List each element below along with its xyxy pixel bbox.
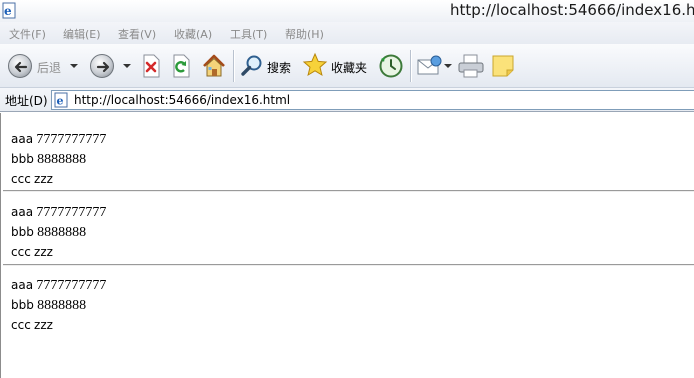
menu-help[interactable]: 帮助(H) <box>285 26 324 42</box>
forward-button[interactable] <box>90 54 114 78</box>
record-line: bbb 8888888 <box>11 295 106 315</box>
field-value: zzz <box>34 318 53 332</box>
record-line: aaa 7777777777 <box>11 275 106 295</box>
search-label[interactable]: 搜索 <box>267 59 291 76</box>
address-bar: 地址(D) e http://localhost:54666/index16.h… <box>0 88 694 112</box>
mail-icon[interactable] <box>417 55 443 77</box>
home-icon[interactable] <box>201 53 227 79</box>
record-line: bbb 8888888 <box>11 149 106 169</box>
field-value: 7777777777 <box>36 278 107 293</box>
record-block: aaa 7777777777 bbb 8888888 ccc zzz <box>11 129 106 189</box>
mail-dropdown-icon[interactable] <box>444 64 452 68</box>
address-input[interactable]: e http://localhost:54666/index16.html <box>51 90 694 110</box>
menu-view[interactable]: 查看(V) <box>118 26 156 42</box>
horizontal-rule <box>3 190 694 192</box>
svg-text:e: e <box>57 95 64 108</box>
toolbar-separator <box>233 50 234 82</box>
back-dropdown-icon[interactable] <box>70 64 78 68</box>
page-content: aaa 7777777777 bbb 8888888 ccc zzz aaa 7… <box>0 113 694 378</box>
field-name: ccc <box>11 318 31 332</box>
stop-icon[interactable] <box>141 54 161 78</box>
field-value: 8888888 <box>37 152 87 167</box>
field-name: aaa <box>11 278 34 292</box>
field-value: 8888888 <box>37 298 87 313</box>
field-name: bbb <box>11 152 34 166</box>
record-block: aaa 7777777777 bbb 8888888 ccc zzz <box>11 202 106 262</box>
record-block: aaa 7777777777 bbb 8888888 ccc zzz <box>11 275 106 335</box>
field-name: aaa <box>11 205 34 219</box>
toolbar: 后退 搜索 收藏夹 <box>0 44 694 88</box>
forward-arrow-icon <box>96 61 110 73</box>
forward-dropdown-icon[interactable] <box>123 64 131 68</box>
record-line: ccc zzz <box>11 242 106 262</box>
ie-page-icon: e <box>54 92 68 108</box>
field-name: bbb <box>11 225 34 239</box>
address-url[interactable]: http://localhost:54666/index16.html <box>74 93 290 107</box>
print-icon[interactable] <box>458 54 484 78</box>
title-bar: e http://localhost:54666/index16.htr <box>0 0 694 22</box>
record-line: ccc zzz <box>11 315 106 335</box>
window-title: http://localhost:54666/index16.htr <box>450 1 694 19</box>
toolbar-separator <box>410 50 411 82</box>
favorites-label[interactable]: 收藏夹 <box>331 59 367 76</box>
ie-page-icon: e <box>2 2 16 19</box>
back-button[interactable] <box>8 54 32 78</box>
field-value: zzz <box>34 172 53 186</box>
field-name: aaa <box>11 132 34 146</box>
edit-note-icon[interactable] <box>491 54 515 78</box>
refresh-icon[interactable] <box>171 54 191 78</box>
back-label[interactable]: 后退 <box>37 59 61 76</box>
field-value: zzz <box>34 245 53 259</box>
record-line: aaa 7777777777 <box>11 202 106 222</box>
record-line: aaa 7777777777 <box>11 129 106 149</box>
menu-file[interactable]: 文件(F) <box>9 26 46 42</box>
menu-favorites[interactable]: 收藏(A) <box>174 26 212 42</box>
field-value: 7777777777 <box>36 205 107 220</box>
record-line: bbb 8888888 <box>11 222 106 242</box>
record-line: ccc zzz <box>11 169 106 189</box>
favorites-star-icon[interactable] <box>302 52 328 78</box>
address-label: 地址(D) <box>5 94 48 108</box>
field-value: 8888888 <box>37 225 87 240</box>
field-name: ccc <box>11 245 31 259</box>
back-arrow-icon <box>14 61 28 73</box>
horizontal-rule <box>3 264 694 266</box>
field-value: 7777777777 <box>36 132 107 147</box>
history-icon[interactable] <box>378 53 404 79</box>
field-name: ccc <box>11 172 31 186</box>
menu-bar: 文件(F) 编辑(E) 查看(V) 收藏(A) 工具(T) 帮助(H) <box>0 22 694 44</box>
svg-text:e: e <box>4 4 12 18</box>
menu-tools[interactable]: 工具(T) <box>230 26 267 42</box>
field-name: bbb <box>11 298 34 312</box>
menu-edit[interactable]: 编辑(E) <box>63 26 101 42</box>
search-icon[interactable] <box>240 54 264 78</box>
